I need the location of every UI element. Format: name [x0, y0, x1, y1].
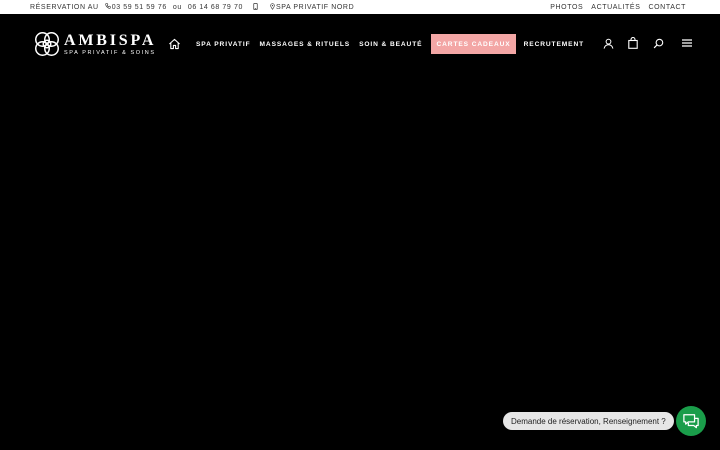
nav-soin-beaute[interactable]: SOIN & BEAUTÉ — [355, 34, 426, 54]
chat-prompt-bubble[interactable]: Demande de réservation, Renseignement ? — [503, 412, 674, 430]
chat-icon — [683, 414, 699, 429]
search-icon[interactable] — [652, 37, 664, 49]
home-icon[interactable] — [168, 37, 182, 51]
chat-button[interactable] — [676, 406, 706, 436]
contact-info: RÉSERVATION AU 03 59 51 59 76 ou 06 14 6… — [30, 2, 354, 12]
top-info-bar: RÉSERVATION AU 03 59 51 59 76 ou 06 14 6… — [0, 0, 720, 14]
nav-recrutement[interactable]: RECRUTEMENT — [520, 34, 588, 54]
location-link[interactable]: SPA PRIVATIF NORD — [276, 4, 354, 11]
header-tools — [602, 37, 693, 49]
contact-link[interactable]: CONTACT — [648, 4, 686, 11]
nav-massages-rituels[interactable]: MASSAGES & RITUELS — [256, 34, 355, 54]
main-header: AMBISPA SPA PRIVATIF & SOINS SPA PRIVATI… — [0, 14, 720, 74]
account-icon[interactable] — [602, 37, 614, 49]
photos-link[interactable]: PHOTOS — [550, 4, 583, 11]
logo-knot-icon — [35, 32, 59, 56]
or-text: ou — [172, 3, 182, 11]
site-logo[interactable]: AMBISPA SPA PRIVATIF & SOINS — [32, 27, 166, 61]
menu-hamburger-icon[interactable] — [681, 37, 693, 49]
news-link[interactable]: ACTUALITÉS — [591, 4, 640, 11]
logo-text: AMBISPA SPA PRIVATIF & SOINS — [64, 31, 157, 56]
location-pin-icon — [270, 2, 275, 12]
reservation-label: RÉSERVATION AU — [30, 3, 99, 11]
brand-tagline: SPA PRIVATIF & SOINS — [64, 49, 156, 56]
brand-name: AMBISPA — [64, 31, 157, 49]
top-links: PHOTOS ACTUALITÉS CONTACT — [550, 4, 686, 11]
phone-icon — [105, 3, 111, 11]
phone-link-1[interactable]: 03 59 51 59 76 — [112, 4, 167, 11]
main-nav: SPA PRIVATIF MASSAGES & RITUELS SOIN & B… — [192, 34, 589, 54]
mobile-icon — [253, 2, 258, 12]
shopping-bag-icon[interactable] — [627, 37, 639, 49]
nav-cartes-cadeaux[interactable]: CARTES CADEAUX — [431, 34, 516, 54]
nav-spa-privatif[interactable]: SPA PRIVATIF — [192, 34, 255, 54]
phone-link-2[interactable]: 06 14 68 79 70 — [188, 4, 243, 11]
